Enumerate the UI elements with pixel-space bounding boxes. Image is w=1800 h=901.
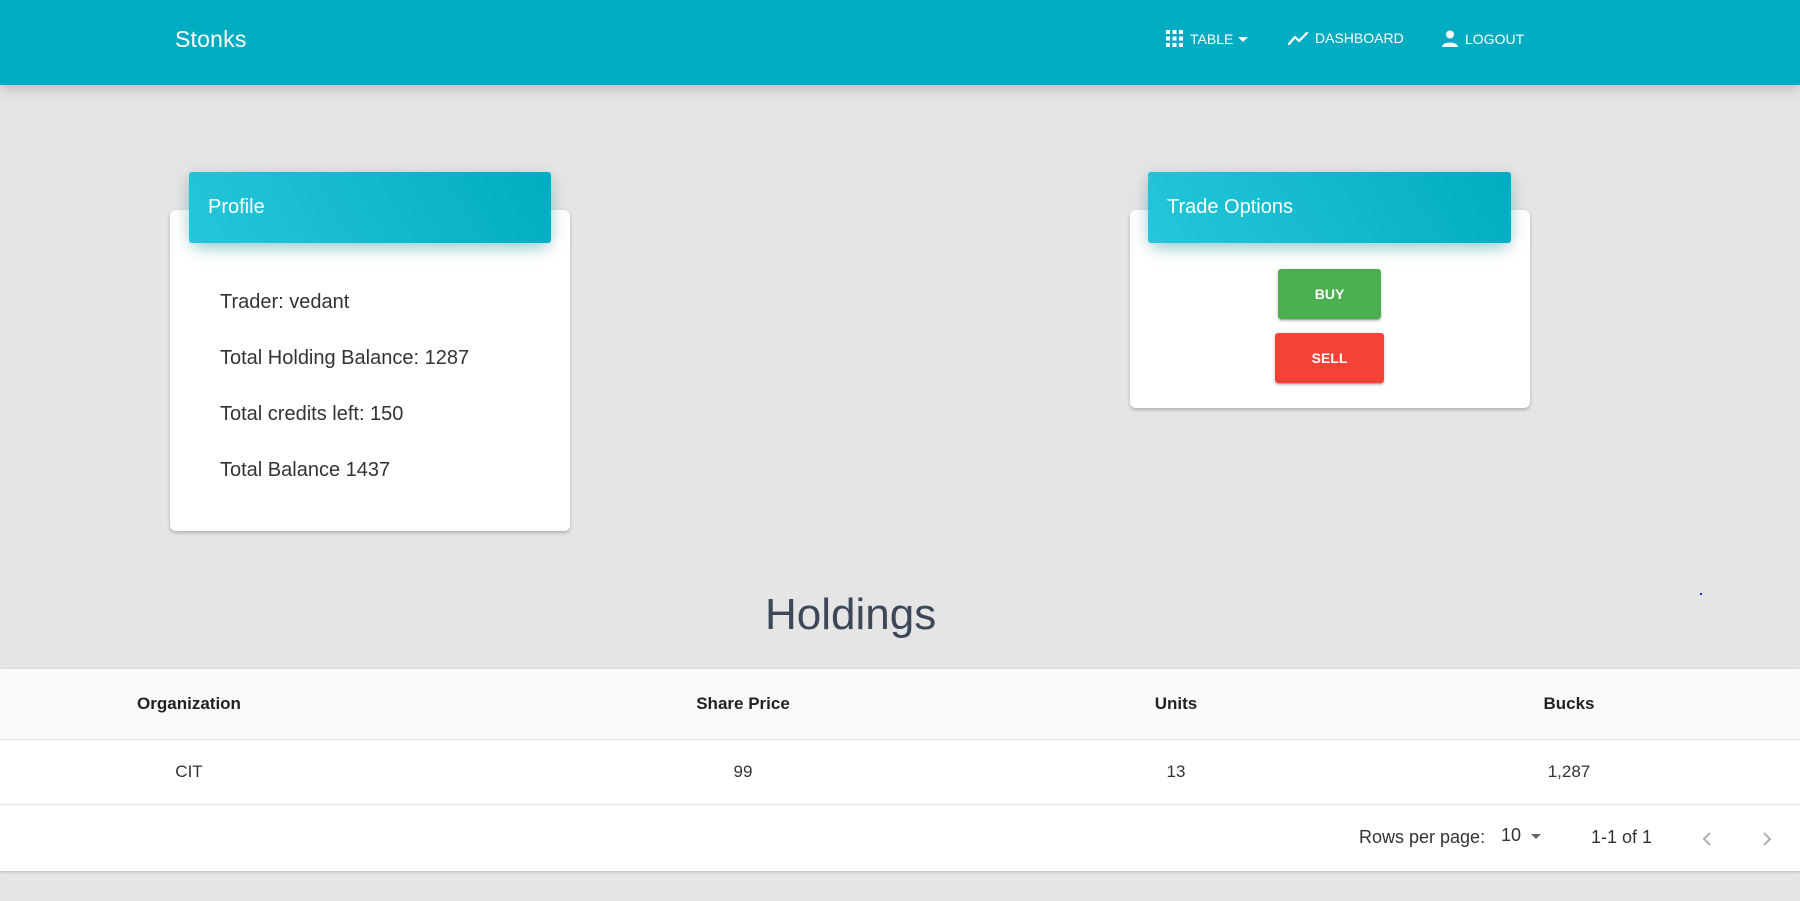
cell-bucks: 1,287 xyxy=(1547,762,1591,781)
apps-grid-icon xyxy=(1166,30,1183,47)
column-header-organization[interactable]: Organization xyxy=(39,669,339,739)
trader-name-text: Trader: vedant xyxy=(220,291,350,313)
trade-options-title: Trade Options xyxy=(1167,196,1293,218)
column-header-share-price[interactable]: Share Price xyxy=(593,669,893,739)
credits-left-text: Total credits left: 150 xyxy=(220,403,404,425)
app-bar: Stonks TABLE DASHBOARD LOGOUT xyxy=(0,0,1800,85)
profile-card-header: Profile xyxy=(189,172,551,243)
profile-details: Trader: vedant Total Holding Balance: 12… xyxy=(220,288,469,512)
buy-button[interactable]: BUY xyxy=(1278,269,1381,319)
nav-table-label: TABLE xyxy=(1190,30,1234,47)
profile-card-title: Profile xyxy=(208,196,265,218)
table-row[interactable]: CIT 99 13 1,287 xyxy=(0,740,1800,805)
nav-table-menu[interactable]: TABLE xyxy=(1166,30,1249,47)
sell-button[interactable]: SELL xyxy=(1275,333,1384,383)
rows-per-page-label: Rows per page: xyxy=(1359,827,1486,847)
next-page-button[interactable] xyxy=(1753,825,1781,853)
chevron-right-icon xyxy=(1763,832,1772,846)
pagination-range-text: 1-1 of 1 xyxy=(1591,827,1653,847)
previous-page-button[interactable] xyxy=(1693,825,1721,853)
rows-per-page-value: 10 xyxy=(1501,825,1522,845)
cell-organization: CIT xyxy=(175,762,203,781)
column-header-units[interactable]: Units xyxy=(1026,669,1326,739)
table-pagination: Rows per page: 10 1-1 of 1 xyxy=(0,805,1800,871)
table-header-row: Organization Share Price Units Bucks xyxy=(0,669,1800,740)
rows-per-page-select[interactable]: 10 xyxy=(1501,825,1542,846)
trending-up-icon xyxy=(1288,31,1308,45)
person-icon xyxy=(1442,30,1458,47)
decorative-dot xyxy=(1700,593,1702,595)
holdings-table: Organization Share Price Units Bucks CIT… xyxy=(0,669,1800,871)
nav-logout-link[interactable]: LOGOUT xyxy=(1442,30,1524,47)
trade-options-card-header: Trade Options xyxy=(1148,172,1511,243)
chevron-left-icon xyxy=(1702,832,1711,846)
column-header-bucks[interactable]: Bucks xyxy=(1419,669,1719,739)
cell-units: 13 xyxy=(1166,762,1186,781)
total-balance-text: Total Balance 1437 xyxy=(220,459,391,481)
nav-dashboard-link[interactable]: DASHBOARD xyxy=(1288,30,1404,46)
brand-logo-text[interactable]: Stonks xyxy=(175,26,247,53)
chevron-down-icon xyxy=(1531,834,1542,839)
holdings-heading: Holdings xyxy=(765,590,937,639)
nav-logout-label: LOGOUT xyxy=(1465,30,1525,47)
holding-balance-text: Total Holding Balance: 1287 xyxy=(220,347,470,369)
chevron-down-icon xyxy=(1238,36,1249,42)
cell-share-price: 99 xyxy=(733,762,753,781)
nav-dashboard-label: DASHBOARD xyxy=(1315,30,1404,46)
